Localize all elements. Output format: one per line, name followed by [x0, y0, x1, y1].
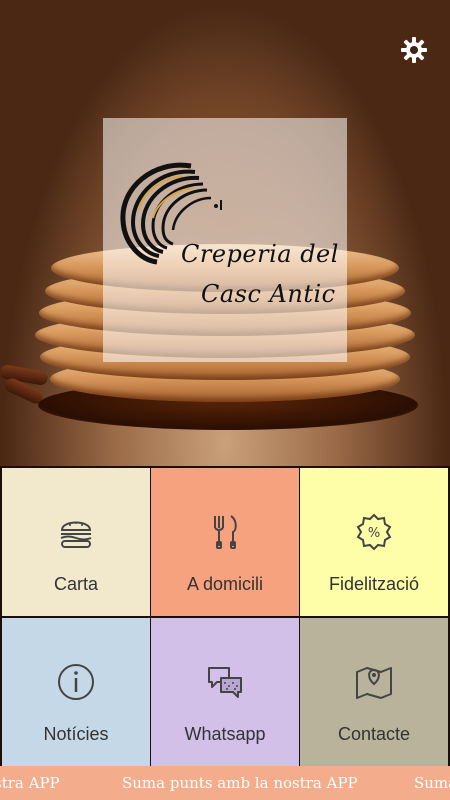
logo-panel: Creperia del Casc Antic [103, 118, 347, 362]
logo-subtitle: Casc Antic [201, 280, 336, 308]
ticker-text-fragment: stra APP [0, 774, 60, 792]
ticker-text: Suma punts amb la nostra APP [122, 774, 358, 792]
fork-knife-icon [214, 515, 237, 549]
hero-banner: Creperia del Casc Antic [0, 0, 450, 466]
menu-tile-label: Fidelització [328, 574, 420, 594]
menu-tile-fidelitzacio[interactable]: % Fidelització [300, 468, 448, 616]
promo-ticker[interactable]: stra APP Suma punts amb la nostra APP Su… [0, 766, 450, 800]
menu-tile-label: Carta [53, 574, 98, 594]
menu-grid: Carta A domicili % Fidelització Notícies [0, 466, 450, 766]
menu-tile-label: Notícies [43, 724, 109, 744]
menu-tile-whatsapp[interactable]: Whatsapp [151, 618, 299, 766]
gear-icon[interactable] [400, 36, 428, 64]
discount-badge-icon: % [356, 513, 392, 551]
menu-tile-noticies[interactable]: Notícies [2, 618, 150, 766]
menu-tile-contacte[interactable]: Contacte [300, 618, 448, 766]
info-icon [58, 664, 94, 700]
menu-tile-label: Contacte [337, 724, 411, 744]
menu-tile-a-domicili[interactable]: A domicili [151, 468, 299, 616]
menu-tile-label: Whatsapp [184, 724, 266, 744]
chat-bubbles-icon [208, 667, 242, 698]
ticker-text-fragment: Suma [414, 774, 450, 792]
menu-tile-label: A domicili [186, 574, 264, 594]
burger-icon [60, 521, 92, 548]
svg-text:%: % [368, 526, 380, 541]
map-pin-icon [356, 667, 392, 699]
menu-tile-carta[interactable]: Carta [2, 468, 150, 616]
logo-title: Creperia del [181, 240, 339, 268]
